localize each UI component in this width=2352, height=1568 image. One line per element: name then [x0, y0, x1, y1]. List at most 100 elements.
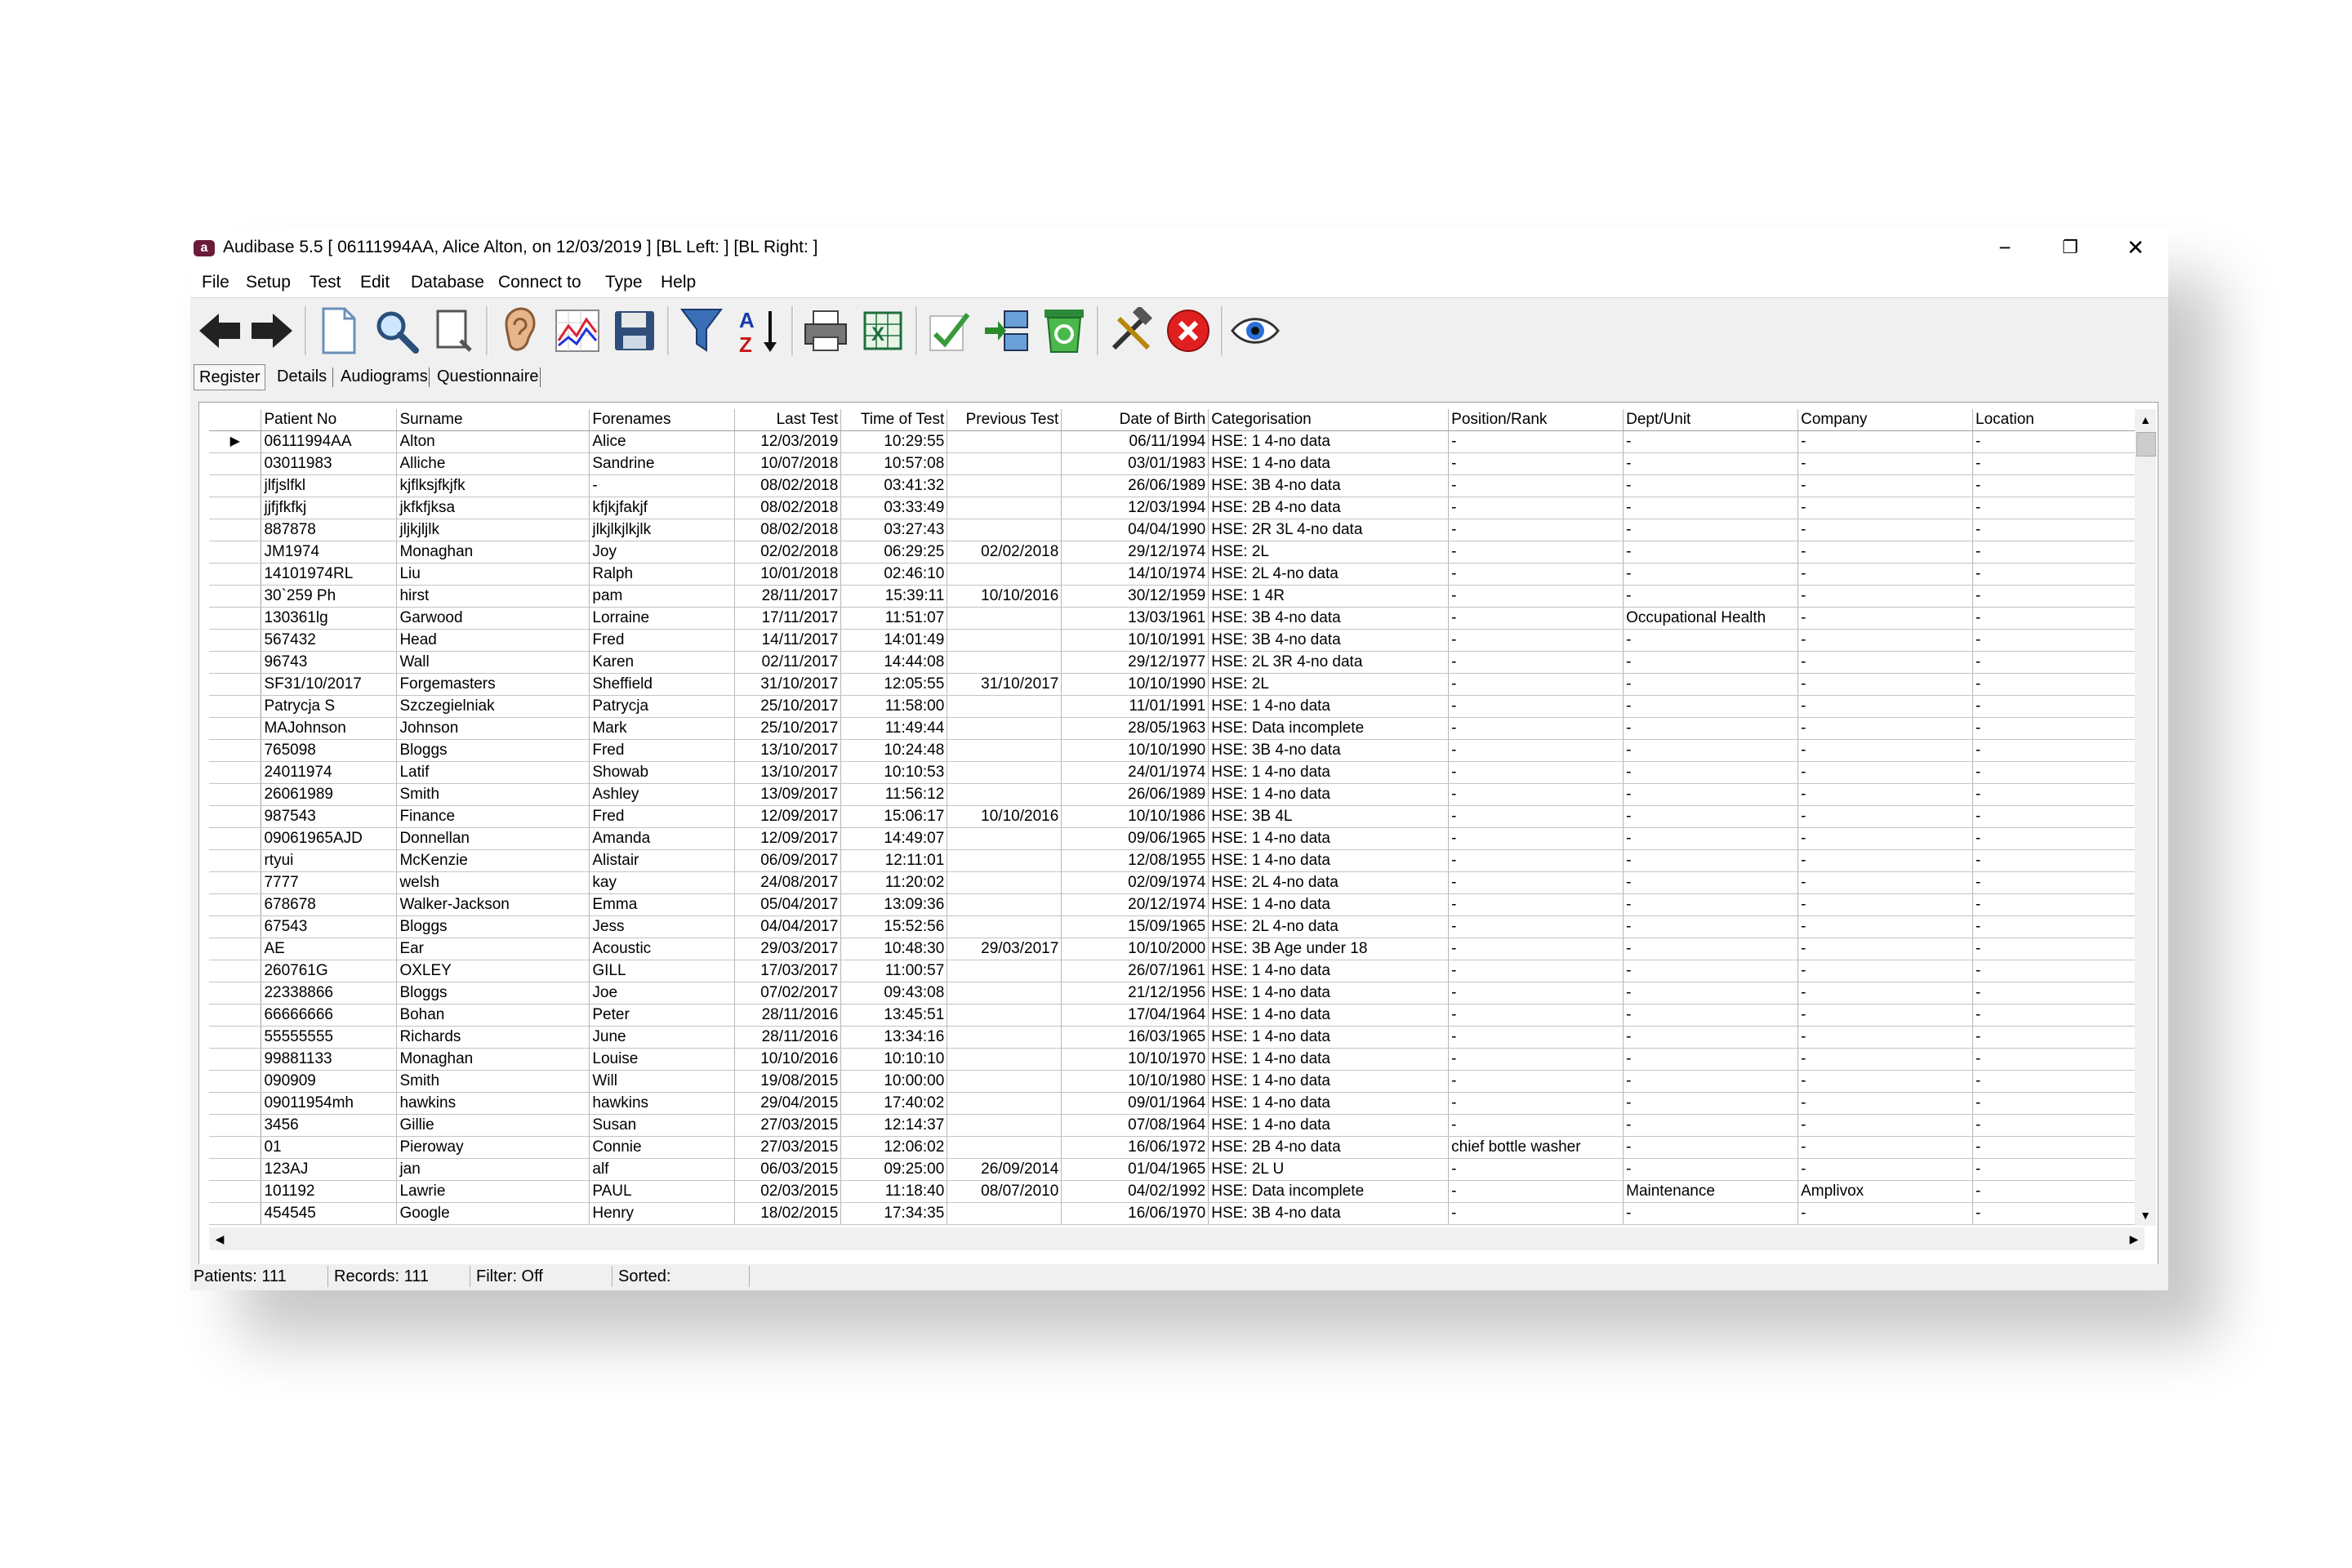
- menu-type[interactable]: Type: [605, 273, 643, 292]
- table-cell[interactable]: HSE: 1 4-no data: [1208, 1070, 1450, 1093]
- table-cell[interactable]: -: [1972, 607, 2145, 630]
- table-cell[interactable]: 12/09/2017: [734, 827, 842, 850]
- table-cell[interactable]: Peter: [589, 1004, 736, 1027]
- preview-icon[interactable]: [427, 305, 479, 357]
- table-cell[interactable]: -: [1972, 541, 2145, 564]
- table-cell[interactable]: [947, 629, 1062, 652]
- table-cell[interactable]: -: [1797, 761, 1974, 784]
- table-cell[interactable]: -: [1797, 1092, 1974, 1115]
- table-cell[interactable]: -: [1972, 1114, 2145, 1137]
- table-cell[interactable]: -: [1972, 960, 2145, 982]
- table-cell[interactable]: Garwood: [396, 607, 590, 630]
- table-cell[interactable]: -: [1623, 1202, 1799, 1225]
- check-icon[interactable]: [924, 305, 976, 357]
- table-cell[interactable]: kfjkjfakjf: [589, 497, 736, 519]
- table-cell[interactable]: HSE: 1 4-no data: [1208, 783, 1450, 806]
- row-indicator[interactable]: [209, 695, 262, 718]
- view-eye-icon[interactable]: [1229, 305, 1281, 357]
- table-cell[interactable]: [947, 607, 1062, 630]
- menu-edit[interactable]: Edit: [360, 273, 390, 292]
- table-cell[interactable]: -: [1972, 1158, 2145, 1181]
- table-cell[interactable]: 02/11/2017: [734, 651, 842, 674]
- table-cell[interactable]: Lawrie: [396, 1180, 590, 1203]
- table-cell[interactable]: Alton: [396, 430, 590, 453]
- table-cell[interactable]: [947, 717, 1062, 740]
- table-cell[interactable]: hirst: [396, 585, 590, 608]
- table-cell[interactable]: [947, 695, 1062, 718]
- tab-details[interactable]: Details: [272, 364, 332, 389]
- table-cell[interactable]: -: [1797, 717, 1974, 740]
- table-row[interactable]: 454545 Google Henry 18/02/2015 17:34:35 16/06…: [209, 1202, 2145, 1225]
- table-cell[interactable]: -: [1623, 519, 1799, 541]
- table-cell[interactable]: [947, 497, 1062, 519]
- table-cell[interactable]: jlfjslfkl: [261, 474, 398, 497]
- table-cell[interactable]: HSE: 1 4R: [1208, 585, 1450, 608]
- table-cell[interactable]: -: [1623, 827, 1799, 850]
- table-cell[interactable]: Showab: [589, 761, 736, 784]
- table-cell[interactable]: Bloggs: [396, 982, 590, 1004]
- table-cell[interactable]: -: [1623, 1158, 1799, 1181]
- table-cell[interactable]: -: [1448, 1114, 1624, 1137]
- table-cell[interactable]: 10:57:08: [840, 452, 948, 475]
- table-cell[interactable]: 130361lg: [261, 607, 398, 630]
- table-cell[interactable]: HSE: 1 4-no data: [1208, 761, 1450, 784]
- table-cell[interactable]: 12/03/2019: [734, 430, 842, 453]
- table-cell[interactable]: -: [1797, 739, 1974, 762]
- table-cell[interactable]: 13/09/2017: [734, 783, 842, 806]
- horizontal-scrollbar[interactable]: ◀ ▶: [209, 1227, 2145, 1250]
- table-cell[interactable]: HSE: 1 4-no data: [1208, 893, 1450, 916]
- table-cell[interactable]: 10:29:55: [840, 430, 948, 453]
- table-cell[interactable]: 17/04/1964: [1061, 1004, 1209, 1027]
- scroll-up-icon[interactable]: ▲: [2135, 409, 2156, 430]
- table-cell[interactable]: Szczegielniak: [396, 695, 590, 718]
- table-cell[interactable]: [947, 871, 1062, 894]
- table-cell[interactable]: -: [1972, 474, 2145, 497]
- table-cell[interactable]: 10/07/2018: [734, 452, 842, 475]
- table-cell[interactable]: -: [1448, 607, 1624, 630]
- table-cell[interactable]: -: [1448, 849, 1624, 872]
- table-cell[interactable]: -: [1448, 673, 1624, 696]
- table-row[interactable]: SF31/10/2017 Forgemasters Sheffield 31/10/2…: [209, 673, 2145, 696]
- table-cell[interactable]: [947, 849, 1062, 872]
- table-cell[interactable]: -: [589, 474, 736, 497]
- table-cell[interactable]: -: [1448, 474, 1624, 497]
- table-cell[interactable]: 101192: [261, 1180, 398, 1203]
- row-indicator[interactable]: [209, 849, 262, 872]
- table-cell[interactable]: [947, 827, 1062, 850]
- table-cell[interactable]: Ear: [396, 938, 590, 960]
- table-row[interactable]: Patrycja S Szczegielniak Patrycja 25/10/201…: [209, 695, 2145, 718]
- table-cell[interactable]: 29/04/2015: [734, 1092, 842, 1115]
- table-cell[interactable]: -: [1972, 1004, 2145, 1027]
- table-cell[interactable]: -: [1623, 761, 1799, 784]
- row-indicator[interactable]: [209, 1202, 262, 1225]
- table-cell[interactable]: Acoustic: [589, 938, 736, 960]
- table-cell[interactable]: AE: [261, 938, 398, 960]
- table-cell[interactable]: 20/12/1974: [1061, 893, 1209, 916]
- table-cell[interactable]: 99881133: [261, 1048, 398, 1071]
- table-cell[interactable]: -: [1797, 938, 1974, 960]
- table-cell[interactable]: -: [1797, 629, 1974, 652]
- table-cell[interactable]: Latif: [396, 761, 590, 784]
- table-cell[interactable]: 09/06/1965: [1061, 827, 1209, 850]
- column-header[interactable]: Categorisation: [1208, 409, 1450, 431]
- table-cell[interactable]: 16/03/1965: [1061, 1026, 1209, 1049]
- row-indicator[interactable]: [209, 1092, 262, 1115]
- table-cell[interactable]: 26/06/1989: [1061, 474, 1209, 497]
- table-cell[interactable]: Fred: [589, 629, 736, 652]
- table-cell[interactable]: 28/11/2017: [734, 585, 842, 608]
- table-cell[interactable]: 26/06/1989: [1061, 783, 1209, 806]
- table-cell[interactable]: Fred: [589, 805, 736, 828]
- table-cell[interactable]: 14/10/1974: [1061, 563, 1209, 586]
- table-cell[interactable]: Emma: [589, 893, 736, 916]
- table-cell[interactable]: -: [1623, 474, 1799, 497]
- scroll-thumb[interactable]: [2136, 432, 2156, 457]
- table-cell[interactable]: -: [1448, 563, 1624, 586]
- table-cell[interactable]: 260761G: [261, 960, 398, 982]
- table-cell[interactable]: 11:58:00: [840, 695, 948, 718]
- table-cell[interactable]: -: [1448, 915, 1624, 938]
- table-cell[interactable]: -: [1623, 585, 1799, 608]
- table-cell[interactable]: Alice: [589, 430, 736, 453]
- table-cell[interactable]: PAUL: [589, 1180, 736, 1203]
- table-cell[interactable]: 14:49:07: [840, 827, 948, 850]
- table-cell[interactable]: [947, 893, 1062, 916]
